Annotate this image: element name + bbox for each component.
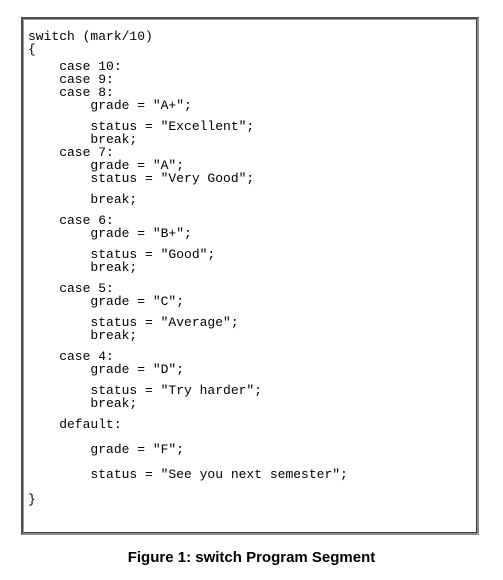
code-line: grade = "B+"; <box>28 226 192 241</box>
code-line: grade = "D"; <box>28 362 185 377</box>
code-line: break; <box>28 260 138 275</box>
code-line: grade = "C"; <box>28 294 185 309</box>
code-line: break; <box>28 192 138 207</box>
code-line: grade = "F"; <box>28 442 185 457</box>
code-line: switch (mark/10) <box>28 29 153 44</box>
source-code-block: switch (mark/10){ case 10: case 9: case … <box>28 30 474 506</box>
code-line: grade = "A+"; <box>28 98 192 113</box>
code-line: default: <box>28 417 122 432</box>
code-line: } <box>28 492 36 507</box>
code-listing-box-inner-bevel: switch (mark/10){ case 10: case 9: case … <box>23 19 477 533</box>
code-line: status = "See you next semester"; <box>28 467 348 482</box>
code-line: status = "Very Good"; <box>28 171 255 186</box>
code-line: { <box>28 42 36 57</box>
figure-caption: Figure 1: switch Program Segment <box>127 549 376 566</box>
code-line: break; <box>28 328 138 343</box>
code-line: break; <box>28 396 138 411</box>
code-listing-box: switch (mark/10){ case 10: case 9: case … <box>21 17 479 535</box>
